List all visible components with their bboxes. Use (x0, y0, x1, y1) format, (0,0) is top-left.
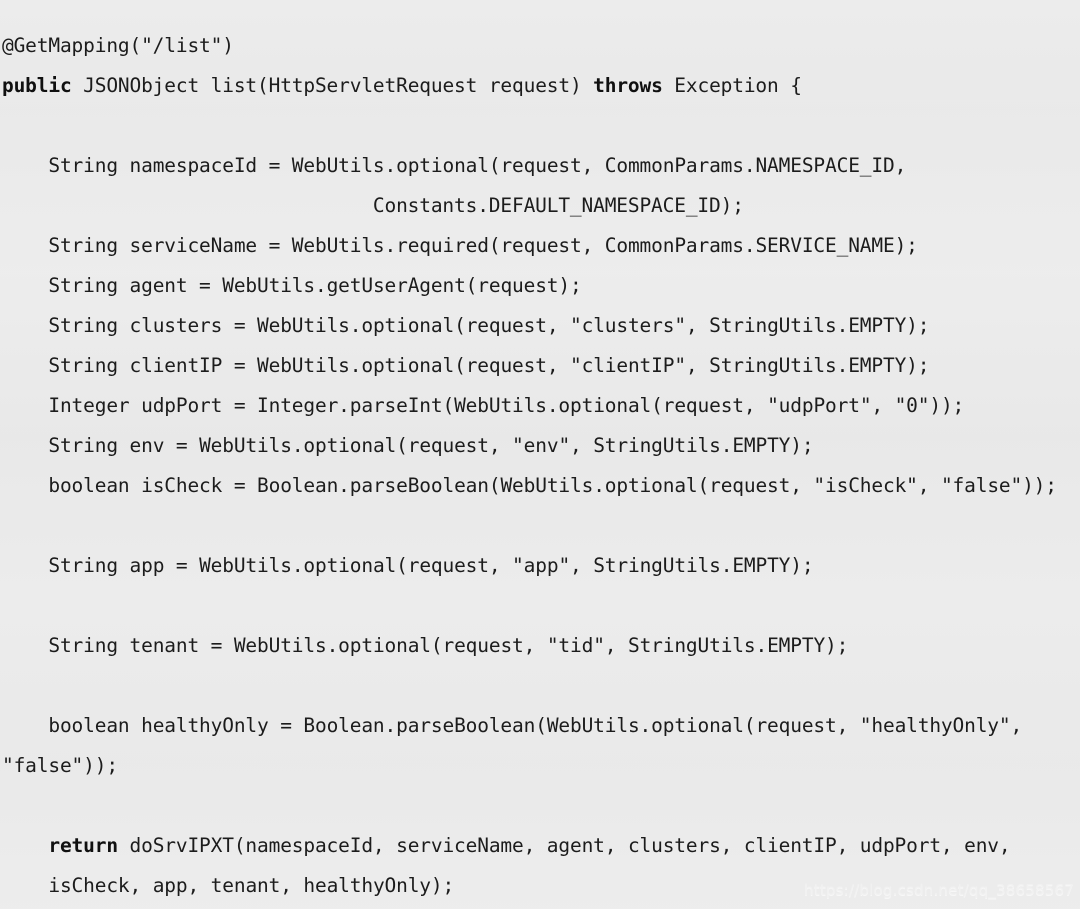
code-line: Integer udpPort = Integer.parseInt(WebUt… (48, 393, 965, 417)
code-line: @GetMapping("/list") (2, 33, 234, 57)
keyword-return: return (48, 833, 118, 857)
code-line: String serviceName = WebUtils.required(r… (48, 233, 918, 257)
code-line: String tenant = WebUtils.optional(reques… (48, 633, 849, 657)
code-line: String clusters = WebUtils.optional(requ… (48, 313, 930, 337)
code-line: public JSONObject list(HttpServletReques… (2, 73, 802, 97)
code-line: isCheck, app, tenant, healthyOnly); (48, 873, 455, 897)
code-line: String app = WebUtils.optional(request, … (48, 553, 814, 577)
code-block: @GetMapping("/list") public JSONObject li… (0, 20, 1080, 909)
keyword-throws: throws (593, 73, 663, 97)
code-line: "false")); (2, 753, 118, 777)
keyword-public: public (2, 73, 72, 97)
code-line: } (0, 906, 1080, 909)
code-line: String env = WebUtils.optional(request, … (48, 433, 814, 457)
code-line: Constants.DEFAULT_NAMESPACE_ID); (372, 193, 744, 217)
code-line: boolean healthyOnly = Boolean.parseBoole… (48, 713, 1023, 737)
code-line: String namespaceId = WebUtils.optional(r… (48, 153, 907, 177)
code-line: return doSrvIPXT(namespaceId, serviceNam… (48, 833, 1011, 857)
code-line: String agent = WebUtils.getUserAgent(req… (48, 273, 582, 297)
code-line: String clientIP = WebUtils.optional(requ… (48, 353, 930, 377)
code-screenshot: @GetMapping("/list") public JSONObject li… (0, 0, 1080, 909)
code-line: boolean isCheck = Boolean.parseBoolean(W… (48, 473, 1057, 497)
